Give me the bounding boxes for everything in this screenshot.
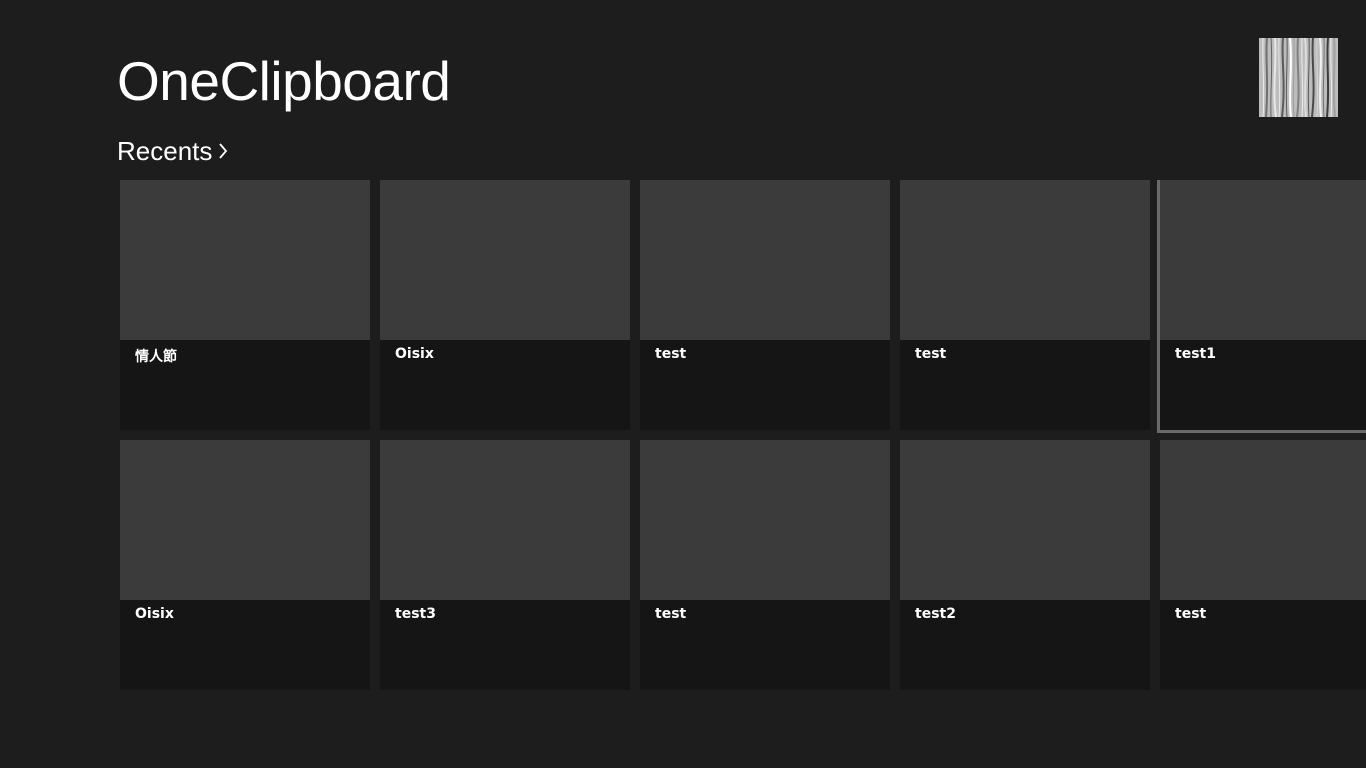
chevron-right-icon [218, 133, 228, 169]
clip-thumbnail [380, 180, 630, 340]
clip-title: Oisix [135, 606, 174, 622]
recents-section-header[interactable]: Recents [117, 133, 228, 169]
clip-tile[interactable]: test3 [380, 440, 630, 690]
clip-title: test [1175, 606, 1207, 622]
clip-tile[interactable]: test [1160, 440, 1366, 690]
app-window: OneClipboard Recents 情人節 Oisix test test… [0, 0, 1366, 768]
clip-thumbnail [120, 440, 370, 600]
clip-thumbnail [380, 440, 630, 600]
clip-tile[interactable]: Oisix [380, 180, 630, 430]
clip-title: test1 [1175, 346, 1216, 362]
app-title: OneClipboard [117, 50, 451, 112]
clip-title: test [655, 606, 687, 622]
clip-title: Oisix [395, 346, 434, 362]
clip-tile[interactable]: 情人節 [120, 180, 370, 430]
clip-tile[interactable]: test [640, 440, 890, 690]
clip-thumbnail [640, 440, 890, 600]
recents-section-title: Recents [117, 135, 213, 166]
clip-thumbnail [900, 440, 1150, 600]
clip-tile[interactable]: Oisix [120, 440, 370, 690]
clip-title: test3 [395, 606, 436, 622]
clip-thumbnail [1160, 440, 1366, 600]
clip-thumbnail [1160, 180, 1366, 340]
clip-thumbnail [900, 180, 1150, 340]
clip-tile[interactable]: test [900, 180, 1150, 430]
clip-thumbnail [120, 180, 370, 340]
clip-thumbnail [640, 180, 890, 340]
clip-title: test [655, 346, 687, 362]
clip-tile[interactable]: test [640, 180, 890, 430]
avatar-image [1259, 38, 1338, 117]
recents-grid: 情人節 Oisix test test test1 Oisix test3 te… [120, 180, 1366, 690]
clip-title: test2 [915, 606, 956, 622]
clip-tile-selected[interactable]: test1 [1157, 180, 1366, 433]
clip-title: test [915, 346, 947, 362]
user-avatar[interactable] [1259, 38, 1338, 117]
clip-title: 情人節 [135, 349, 177, 365]
clip-tile[interactable]: test2 [900, 440, 1150, 690]
